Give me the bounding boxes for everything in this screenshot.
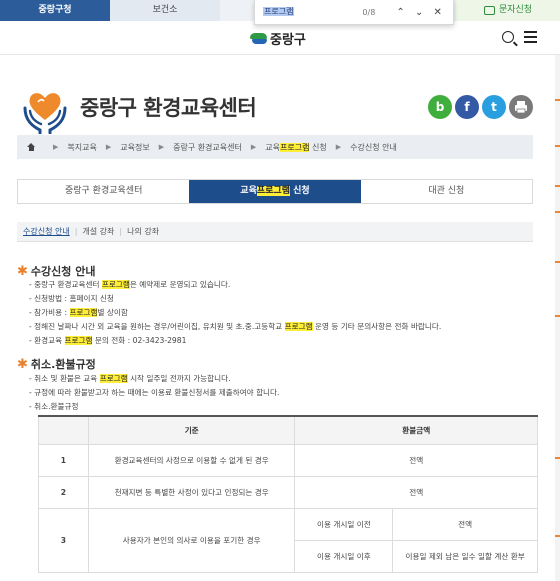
find-bar: 프로그램 0/8 ⌃ ⌄ ✕ bbox=[254, 0, 454, 25]
find-close-button[interactable]: ✕ bbox=[428, 7, 447, 18]
table-row: 3 사용자가 본인의 의사로 이용을 포기한 경우 이용 개시일 이전 전액 bbox=[38, 507, 538, 573]
subtab-my-courses[interactable]: 나의 강좌 bbox=[127, 226, 159, 237]
crumb-separator: ▶ bbox=[335, 143, 342, 151]
tab-program-apply[interactable]: 교육프로그램 신청 bbox=[189, 180, 361, 203]
list-item: - 중랑구 환경교육센터 프로그램은 예약제로 운영되고 있습니다. bbox=[29, 280, 231, 289]
site-header: 중랑구 bbox=[0, 21, 560, 55]
list-item: - 정해진 날짜나 시간 외 교육을 원하는 경우/어린이집, 유치원 및 초.… bbox=[29, 322, 442, 331]
crumb-separator: ▶ bbox=[53, 143, 59, 151]
enrollment-guide-list: - 중랑구 환경교육센터 프로그램은 예약제로 운영되고 있습니다. - 신청방… bbox=[29, 278, 441, 348]
crumb-separator: ▶ bbox=[158, 143, 165, 151]
tab-env-center[interactable]: 중랑구 환경교육센터 bbox=[18, 180, 189, 203]
crumb-separator: ▶ bbox=[250, 143, 257, 151]
home-icon[interactable] bbox=[27, 143, 36, 151]
table-row: 1 환경교육센터의 사정으로 이용할 수 없게 된 경우 전액 bbox=[38, 443, 538, 477]
printer-icon bbox=[515, 101, 527, 114]
refund-rules-list: - 취소 및 환불은 교육 프로그램 시작 일주일 전까지 가능합니다. - 규… bbox=[29, 372, 279, 414]
hamburger-menu-icon[interactable] bbox=[524, 31, 537, 43]
tab-jungnang-office[interactable]: 중랑구청 bbox=[0, 0, 110, 21]
print-button[interactable] bbox=[509, 95, 533, 119]
table-header-row: 기준 환불금액 bbox=[38, 415, 538, 445]
crumb-separator: ▶ bbox=[105, 143, 112, 151]
crumb-welfare[interactable]: 복지교육 bbox=[67, 142, 96, 153]
star-bullet-icon: ✱ bbox=[17, 263, 28, 279]
page-title: 중랑구 환경교육센터 bbox=[80, 96, 257, 120]
table-header-criterion: 기준 bbox=[87, 415, 296, 445]
section-title-refund: ✱ 취소.환불규정 bbox=[17, 356, 96, 372]
search-icon[interactable] bbox=[502, 31, 514, 43]
find-next-button[interactable]: ⌄ bbox=[410, 7, 429, 18]
text-message-label: 문자신청 bbox=[498, 5, 533, 15]
tab-rental-apply[interactable]: 대관 신청 bbox=[361, 180, 532, 203]
logo-mark-icon bbox=[250, 32, 267, 45]
crumb-program-apply[interactable]: 교육프로그램 신청 bbox=[265, 142, 327, 153]
list-item: - 신청방법 : 홈페이지 신청 bbox=[29, 294, 114, 303]
tab-health-center[interactable]: 보건소 bbox=[110, 0, 220, 21]
sub-tabs: 수강신청 안내 | 개설 강좌 | 나의 강좌 bbox=[17, 222, 533, 242]
table-header-no bbox=[38, 415, 89, 445]
section-title-enrollment: ✱ 수강신청 안내 bbox=[17, 263, 96, 279]
heart-hands-logo-icon bbox=[23, 93, 67, 134]
list-item: - 환경교육 프로그램 문의 전화 : 02-3423-2981 bbox=[29, 336, 187, 345]
page: 중랑구청 보건소 문자신청 프로그램 0/8 ⌃ ⌄ ✕ 중랑구 중랑구 환경교… bbox=[0, 0, 560, 581]
right-edge-bar bbox=[555, 55, 560, 581]
breadcrumb: ▶ 복지교육 ▶ 교육정보 ▶ 중랑구 환경교육센터 ▶ 교육프로그램 신청 ▶… bbox=[17, 135, 533, 159]
subtab-enrollment-guide[interactable]: 수강신청 안내 bbox=[23, 226, 70, 237]
text-message-button[interactable]: 문자신청 bbox=[456, 0, 560, 21]
table-header-amount: 환불금액 bbox=[294, 415, 538, 445]
message-icon bbox=[483, 6, 495, 15]
subtab-divider: | bbox=[119, 227, 123, 236]
find-match-count: 0/8 bbox=[362, 7, 376, 17]
list-item: - 취소 및 환불은 교육 프로그램 시작 일주일 전까지 가능합니다. bbox=[29, 374, 231, 383]
find-input[interactable]: 프로그램 bbox=[263, 6, 351, 19]
crumb-env-center[interactable]: 중랑구 환경교육센터 bbox=[173, 142, 242, 153]
share-twitter-button[interactable]: t bbox=[482, 95, 506, 119]
crumb-current[interactable]: 수강신청 안내 bbox=[350, 142, 397, 153]
refund-table: 기준 환불금액 1 환경교육센터의 사정으로 이용할 수 없게 된 경우 전액 … bbox=[38, 415, 538, 573]
find-query: 프로그램 bbox=[263, 6, 295, 16]
share-facebook-button[interactable]: f bbox=[455, 95, 479, 119]
subtab-divider: | bbox=[74, 227, 78, 236]
star-bullet-icon: ✱ bbox=[17, 356, 28, 372]
subtab-open-courses[interactable]: 개설 강좌 bbox=[82, 226, 114, 237]
find-previous-button[interactable]: ⌃ bbox=[391, 7, 410, 18]
list-item: - 취소.환불규정 bbox=[29, 402, 79, 411]
list-item: - 참가비용 : 프로그램별 상이함 bbox=[29, 308, 128, 317]
crumb-education-info[interactable]: 교육정보 bbox=[120, 142, 149, 153]
share-blog-button[interactable]: b bbox=[428, 95, 452, 119]
list-item: - 규정에 따라 환불받고자 하는 때에는 이용료 환불신청서를 제출하여야 합… bbox=[29, 388, 280, 397]
main-tabs: 중랑구 환경교육센터 교육프로그램 신청 대관 신청 bbox=[17, 179, 533, 204]
table-row: 2 천재지변 등 특별한 사정이 있다고 인정되는 경우 전액 bbox=[38, 475, 538, 509]
logo-text: 중랑구 bbox=[270, 33, 306, 48]
site-logo[interactable]: 중랑구 bbox=[250, 29, 306, 48]
